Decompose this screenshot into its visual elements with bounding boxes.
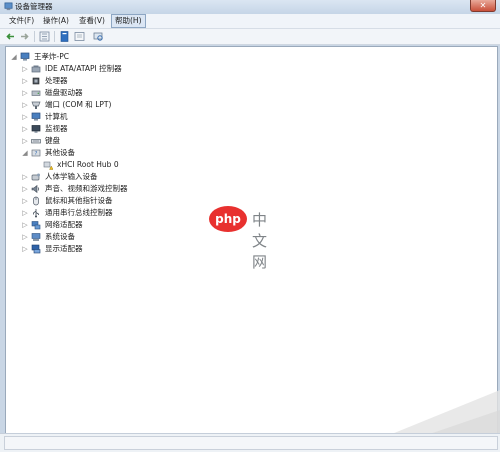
collapse-arrow-icon[interactable]: ◢ <box>21 147 29 159</box>
status-bar <box>0 433 500 452</box>
tree-item-label: xHCI Root Hub 0 <box>57 160 119 169</box>
tree-item-label: 通用串行总线控制器 <box>45 208 113 217</box>
tree-item[interactable]: ▷ 显示适配器 <box>21 243 241 255</box>
menu-help[interactable]: 帮助(H) <box>111 14 146 28</box>
tree-root-label: 王孝炸-PC <box>34 52 69 61</box>
tree-item-label: 系统设备 <box>45 232 75 241</box>
tree-item[interactable]: ▷ 声音、视频和游戏控制器 <box>21 183 241 195</box>
tree-item-label: 显示适配器 <box>45 244 83 253</box>
close-button[interactable]: ✕ <box>470 0 496 12</box>
toolbar-separator <box>34 31 35 42</box>
expand-arrow-icon[interactable]: ▷ <box>21 219 29 231</box>
status-panel <box>4 436 498 450</box>
tree-item[interactable]: ▷ 处理器 <box>21 75 241 87</box>
tree-item-label: 计算机 <box>45 112 68 121</box>
system-devices-icon <box>31 233 41 241</box>
expand-arrow-icon[interactable]: ▷ <box>21 123 29 135</box>
tree-item-label: 端口 (COM 和 LPT) <box>45 100 112 109</box>
tree-item[interactable]: ▷ 键盘 <box>21 135 241 147</box>
tree-item[interactable]: ▷ 监视器 <box>21 123 241 135</box>
collapse-arrow-icon[interactable]: ◢ <box>10 51 18 63</box>
back-arrow-icon[interactable] <box>5 31 16 42</box>
menu-view[interactable]: 查看(V) <box>76 15 108 27</box>
svg-text:?: ? <box>35 151 38 157</box>
expand-arrow-icon[interactable]: ▷ <box>21 243 29 255</box>
tree-item-child[interactable]: xHCI Root Hub 0 <box>33 159 253 171</box>
computer-root-icon <box>20 52 30 61</box>
tree-item-label: 键盘 <box>45 136 60 145</box>
tree-item-label: 声音、视频和游戏控制器 <box>45 184 128 193</box>
toolbar <box>0 29 500 45</box>
tree-item-label: 其他设备 <box>45 148 75 157</box>
title-bar[interactable]: 设备管理器 ✕ <box>0 0 500 14</box>
expand-arrow-icon[interactable]: ▷ <box>21 207 29 219</box>
monitor-icon <box>31 125 41 133</box>
tree-item[interactable]: ▷ IDE ATA/ATAPI 控制器 <box>21 63 241 75</box>
properties-icon[interactable] <box>59 31 70 42</box>
close-icon: ✕ <box>479 1 487 10</box>
tree-view-icon[interactable] <box>39 31 50 42</box>
tree-item[interactable]: ▷ 磁盘驱动器 <box>21 87 241 99</box>
menu-file[interactable]: 文件(F) <box>6 15 37 27</box>
watermark-text: 中文网 <box>252 211 269 271</box>
expand-arrow-icon[interactable]: ▷ <box>21 231 29 243</box>
hid-icon <box>31 173 40 181</box>
expand-arrow-icon[interactable]: ▷ <box>21 171 29 183</box>
expand-arrow-icon[interactable]: ▷ <box>21 87 29 99</box>
computer-icon <box>31 112 41 121</box>
tree-item[interactable]: ▷ 端口 (COM 和 LPT) <box>21 99 241 111</box>
tree-item[interactable]: ◢ ? 其他设备 <box>21 147 241 159</box>
expand-arrow-icon[interactable]: ▷ <box>21 135 29 147</box>
keyboard-icon <box>31 139 41 144</box>
port-icon <box>31 101 41 109</box>
network-adapter-icon <box>31 221 41 230</box>
php-logo-icon: php <box>209 206 247 232</box>
tree-item-label: 处理器 <box>45 76 68 85</box>
expand-arrow-icon[interactable]: ▷ <box>21 183 29 195</box>
tree-item-label: IDE ATA/ATAPI 控制器 <box>45 64 122 73</box>
tree-item-label: 人体学输入设备 <box>45 172 98 181</box>
tree-item-label: 网络适配器 <box>45 220 83 229</box>
scan-hardware-icon[interactable] <box>93 31 104 42</box>
svg-text:php: php <box>215 212 241 226</box>
disk-drive-icon <box>31 90 41 96</box>
help-icon[interactable] <box>74 31 85 42</box>
ide-controller-icon <box>31 65 41 73</box>
other-devices-icon: ? <box>31 149 41 157</box>
forward-arrow-icon[interactable] <box>19 31 30 42</box>
expand-arrow-icon[interactable]: ▷ <box>21 75 29 87</box>
display-adapter-icon <box>31 244 41 254</box>
tree-item[interactable]: ▷ 计算机 <box>21 111 241 123</box>
tree-item-label: 磁盘驱动器 <box>45 88 83 97</box>
expand-arrow-icon[interactable]: ▷ <box>21 99 29 111</box>
tree-item[interactable]: ▷ 人体学输入设备 <box>21 171 241 183</box>
unknown-device-warning-icon <box>43 161 53 170</box>
tree-root[interactable]: ◢ 王孝炸-PC <box>10 51 210 63</box>
expand-arrow-icon[interactable]: ▷ <box>21 111 29 123</box>
mouse-icon <box>33 196 39 206</box>
expand-arrow-icon[interactable]: ▷ <box>21 63 29 75</box>
processor-icon <box>32 77 40 85</box>
menu-bar: 文件(F) 操作(A) 查看(V) 帮助(H) <box>0 14 500 29</box>
tree-item-label: 监视器 <box>45 124 68 133</box>
sound-icon <box>31 184 40 194</box>
tree-item-label: 鼠标和其他指针设备 <box>45 196 113 205</box>
window-title: 设备管理器 <box>15 2 53 11</box>
device-manager-icon <box>4 2 13 11</box>
expand-arrow-icon[interactable]: ▷ <box>21 195 29 207</box>
menu-action[interactable]: 操作(A) <box>40 15 72 27</box>
toolbar-separator <box>54 31 55 42</box>
usb-icon <box>33 209 39 218</box>
